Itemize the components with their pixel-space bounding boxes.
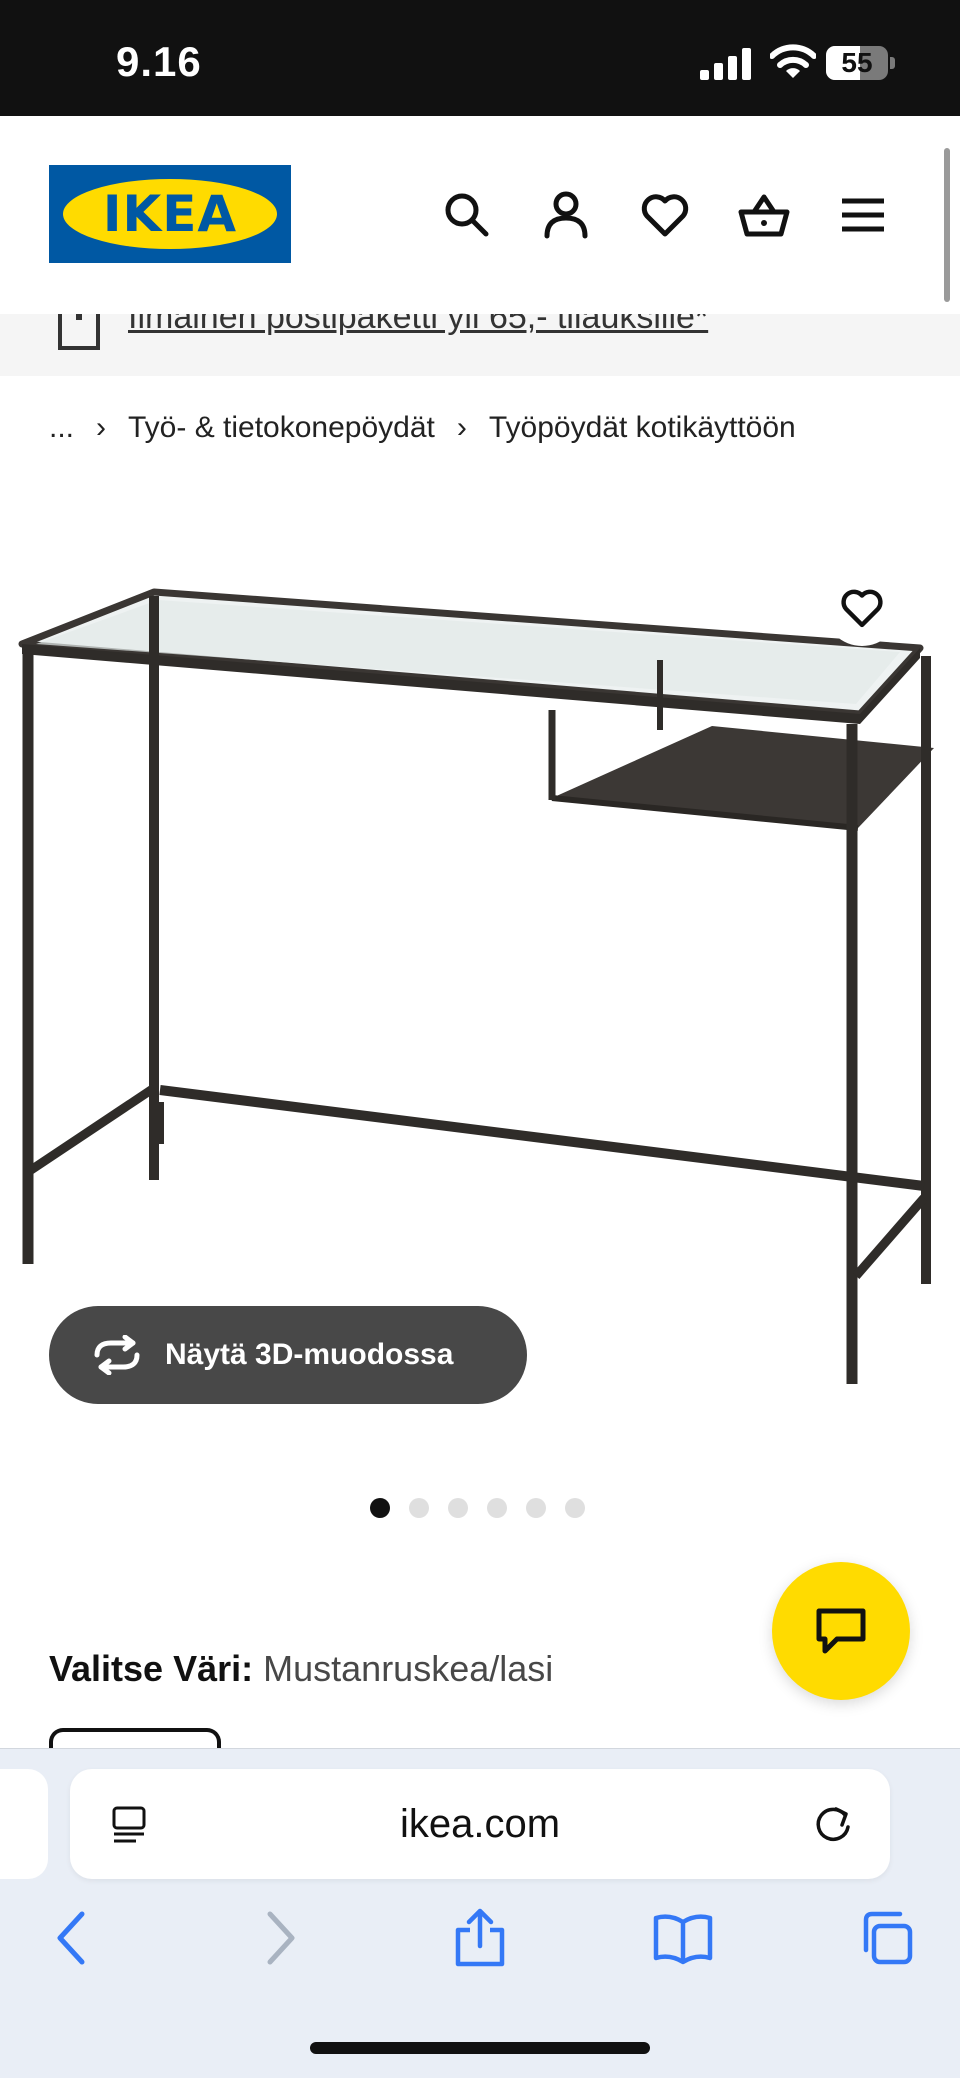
breadcrumb-item-desks[interactable]: Työ- & tietokonepöydät — [128, 411, 435, 445]
color-label: Valitse Väri: — [49, 1648, 254, 1689]
previous-tab[interactable] — [0, 1769, 48, 1879]
wifi-icon — [770, 44, 816, 78]
breadcrumb-item-home-desks[interactable]: Työpöydät kotikäyttöön — [489, 411, 796, 445]
color-value: Mustanruskea/lasi — [263, 1648, 554, 1689]
ikea-logo[interactable]: IKEA — [49, 165, 291, 263]
heart-icon — [841, 589, 883, 628]
carousel-dot[interactable] — [370, 1498, 390, 1518]
carousel-dot[interactable] — [565, 1498, 585, 1518]
view-3d-label: Näytä 3D-muodossa — [165, 1338, 454, 1371]
tabs-icon[interactable] — [858, 1908, 916, 1968]
bookmarks-icon[interactable] — [652, 1908, 714, 1968]
page-scrollbar[interactable] — [944, 148, 950, 302]
promo-link[interactable]: Ilmainen postipaketti yli 65,- tilauksil… — [128, 314, 708, 337]
forward-icon[interactable] — [260, 1908, 300, 1968]
logo-text: IKEA — [102, 185, 238, 243]
chevron-right-icon: › — [456, 411, 467, 444]
chat-icon — [816, 1608, 866, 1654]
breadcrumb: ... › Työ- & tietokonepöydät › Työpöydät… — [49, 406, 796, 450]
account-icon[interactable] — [539, 188, 593, 242]
carousel-dot[interactable] — [448, 1498, 468, 1518]
basket-icon[interactable] — [737, 188, 791, 242]
site-header: IKEA — [0, 116, 960, 314]
parcel-icon — [58, 314, 100, 350]
cellular-signal-icon — [700, 48, 751, 80]
rotate-3d-icon — [94, 1335, 140, 1375]
view-3d-button[interactable]: Näytä 3D-muodossa — [49, 1306, 527, 1404]
url-text: ikea.com — [399, 1802, 561, 1846]
battery-indicator: 55 — [826, 46, 896, 80]
add-to-favourites-button[interactable] — [824, 570, 900, 646]
status-bar: 9.16 55 — [0, 0, 960, 116]
heart-icon[interactable] — [638, 188, 692, 242]
chevron-right-icon: › — [96, 411, 107, 444]
carousel-dot[interactable] — [526, 1498, 546, 1518]
carousel-dot[interactable] — [409, 1498, 429, 1518]
promo-banner[interactable]: Ilmainen postipaketti yli 65,- tilauksil… — [0, 314, 960, 376]
carousel-dots[interactable] — [370, 1498, 585, 1518]
search-icon[interactable] — [440, 188, 494, 242]
product-image[interactable] — [0, 560, 960, 1420]
battery-level: 55 — [841, 47, 873, 78]
status-time: 9.16 — [116, 38, 202, 85]
home-indicator — [310, 2042, 650, 2054]
share-icon[interactable] — [452, 1908, 508, 1968]
menu-icon[interactable] — [836, 188, 890, 242]
back-icon[interactable] — [52, 1908, 92, 1968]
breadcrumb-ellipsis[interactable]: ... — [49, 411, 74, 445]
carousel-dot[interactable] — [487, 1498, 507, 1518]
chat-button[interactable] — [772, 1562, 910, 1700]
color-selection: Valitse Väri: Mustanruskea/lasi — [49, 1648, 553, 1690]
reload-icon[interactable] — [812, 1803, 854, 1847]
address-bar[interactable]: ikea.com — [70, 1769, 890, 1879]
